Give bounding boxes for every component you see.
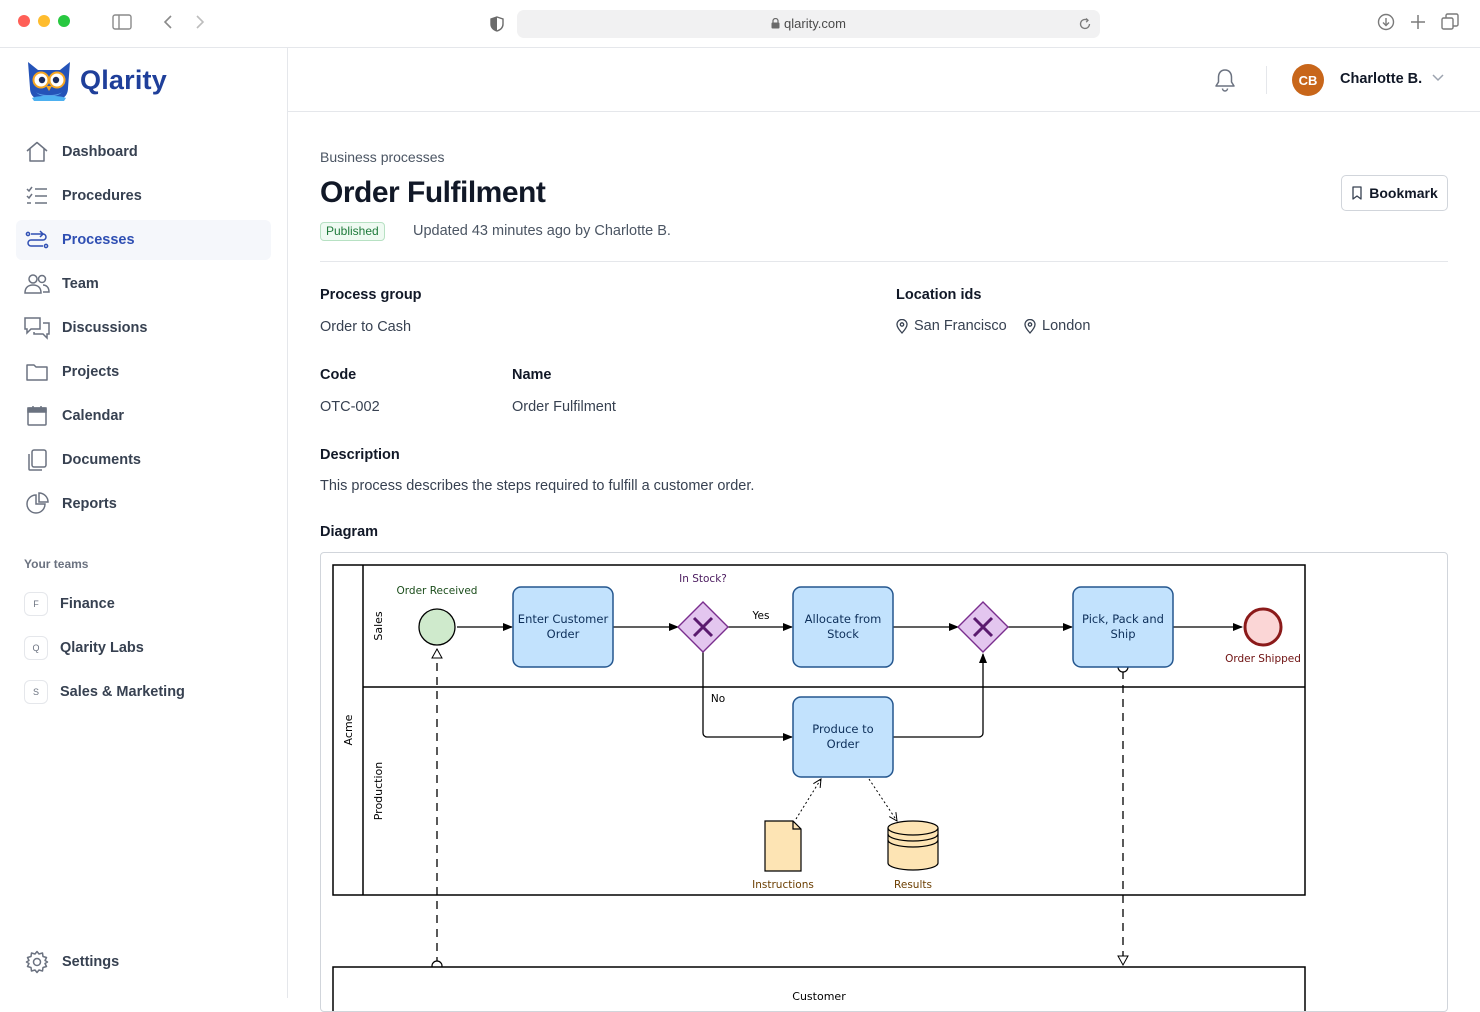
app-name: Qlarity [80,64,167,95]
gateway-label: In Stock? [679,573,727,585]
documents-icon [24,447,50,473]
code-value: OTC-002 [320,399,380,415]
process-group-label: Process group [320,287,422,303]
task-label: Produce to [812,722,873,736]
updated-text: Updated 43 minutes ago by Charlotte B. [413,223,671,239]
team-initial-badge: Q [24,636,48,660]
start-event-label: Order Received [397,585,478,597]
task-label: Pick, Pack and [1082,612,1164,626]
end-event-label: Order Shipped [1225,653,1301,665]
tab-overview-icon[interactable] [1441,13,1459,31]
top-bar: CB Charlotte B. [288,48,1480,112]
map-pin-icon [1024,318,1036,334]
task-label: Enter Customer [518,612,609,626]
lane-label-production: Production [372,762,385,821]
sidebar-item-processes[interactable]: Processes [16,220,271,260]
task-label: Order [827,737,860,751]
diagram-label: Diagram [320,524,379,540]
name-label: Name [512,367,552,383]
lane-label-sales: Sales [372,611,385,641]
flow-label-yes: Yes [752,610,770,622]
description-label: Description [320,447,400,463]
team-item-finance[interactable]: F Finance [16,586,271,622]
divider [1266,66,1267,94]
name-value: Order Fulfilment [512,399,616,415]
calendar-icon [24,403,50,429]
page-title: Order Fulfilment [320,176,546,209]
privacy-shield-icon[interactable] [490,16,504,32]
pool-label: Customer [792,990,846,1003]
sidebar-item-procedures[interactable]: Procedures [16,176,271,216]
minimize-window-button[interactable] [38,15,50,27]
start-event[interactable] [418,608,456,646]
users-icon [24,271,50,297]
teams-section-title: Your teams [24,557,89,571]
breadcrumb[interactable]: Business processes [320,149,445,165]
downloads-icon[interactable] [1377,13,1395,31]
description-value: This process describes the steps require… [320,478,755,494]
team-initial-badge: S [24,680,48,704]
pie-chart-icon [24,491,50,517]
chevron-down-icon[interactable] [1432,74,1444,82]
sidebar-item-reports[interactable]: Reports [16,484,271,524]
avatar[interactable]: CB [1292,64,1324,96]
lock-icon [771,17,780,29]
sidebar-item-documents[interactable]: Documents [16,440,271,480]
status-badge: Published [320,222,385,241]
close-window-button[interactable] [18,15,30,27]
folder-icon [24,359,50,385]
forward-icon[interactable] [194,14,206,30]
team-item-qlarity-labs[interactable]: Q Qlarity Labs [16,630,271,666]
divider [320,261,1448,262]
sidebar-item-team[interactable]: Team [16,264,271,304]
task-label: Order [547,627,580,641]
owl-logo-icon [28,62,70,101]
flow-label-no: No [711,693,725,705]
bpmn-diagram-canvas: Acme Sales Production Order Received Ent… [332,564,1306,1011]
notifications-bell-icon[interactable] [1214,68,1236,92]
bookmark-button[interactable]: Bookmark [1341,175,1448,211]
reload-icon[interactable] [1078,17,1092,31]
gear-icon [24,949,50,975]
team-initial-badge: F [24,592,48,616]
team-item-sales-marketing[interactable]: S Sales & Marketing [16,674,271,710]
sidebar-item-calendar[interactable]: Calendar [16,396,271,436]
sidebar-item-dashboard[interactable]: Dashboard [16,132,271,172]
sidebar-item-settings[interactable]: Settings [16,942,271,982]
sidebar-item-discussions[interactable]: Discussions [16,308,271,348]
pool-label: Acme [342,714,355,745]
process-diagram[interactable]: Acme Sales Production Order Received Ent… [320,552,1448,1012]
sidebar-item-projects[interactable]: Projects [16,352,271,392]
maximize-window-button[interactable] [58,15,70,27]
end-event[interactable] [1243,607,1283,647]
location-ids-label: Location ids [896,287,982,303]
new-tab-icon[interactable] [1410,14,1426,30]
task-label: Ship [1110,627,1135,641]
chat-bubbles-icon [24,315,50,341]
code-label: Code [320,367,357,383]
back-icon[interactable] [162,14,174,30]
task-label: Stock [827,627,859,641]
bookmark-icon [1352,186,1362,200]
app-logo[interactable]: Qlarity [24,58,167,102]
process-flow-icon [24,227,50,253]
data-store-label: Results [894,879,932,891]
location-san-francisco[interactable]: San Francisco [896,318,1007,334]
task-label: Allocate from [805,612,882,626]
user-name[interactable]: Charlotte B. [1340,71,1422,87]
sidebar: Qlarity Dashboard Procedures Processes T… [0,48,288,998]
process-group-value: Order to Cash [320,319,412,335]
list-check-icon [24,183,50,209]
home-icon [24,139,50,165]
sidebar-toggle-icon[interactable] [112,14,132,30]
address-bar[interactable]: qlarity.com [517,10,1100,38]
url-text: qlarity.com [784,16,846,31]
browser-toolbar: qlarity.com [0,0,1480,48]
data-object-label: Instructions [752,879,814,891]
map-pin-icon [896,318,908,334]
location-london[interactable]: London [1024,318,1090,334]
